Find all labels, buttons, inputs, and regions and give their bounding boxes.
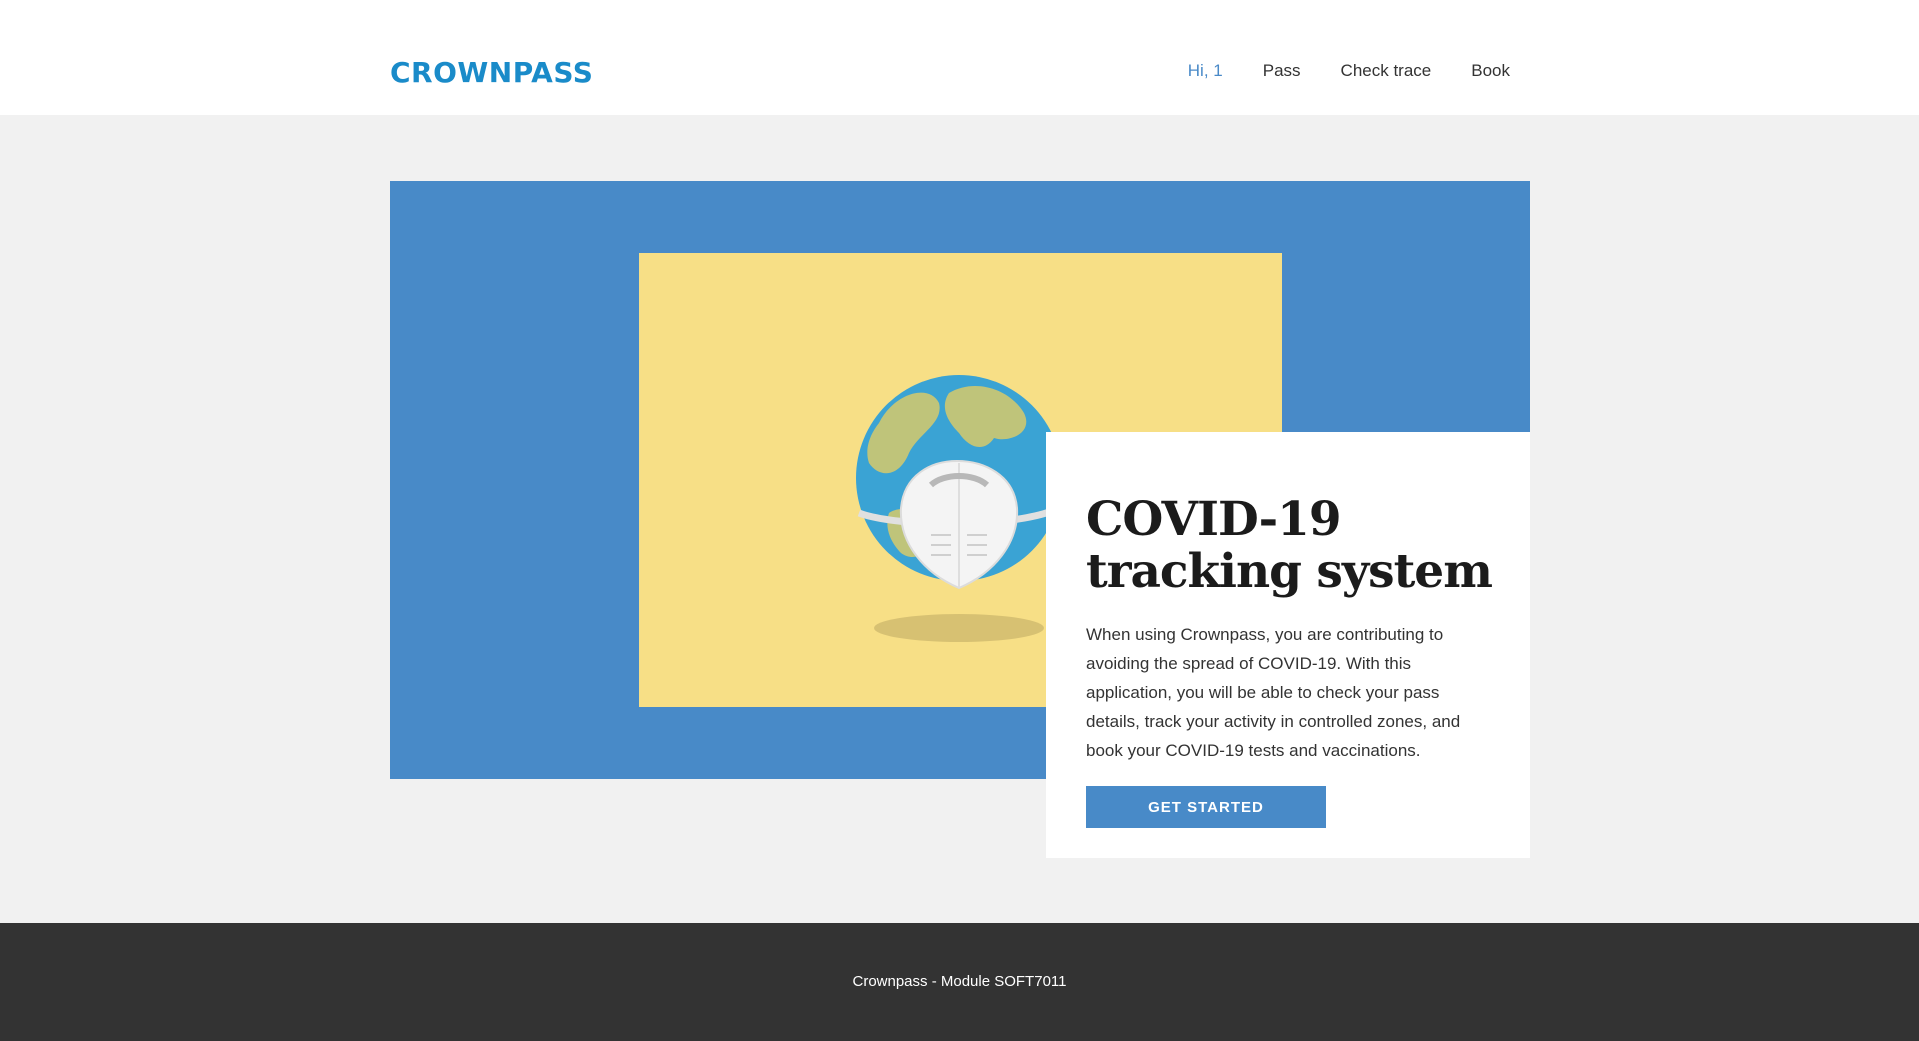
intro-card: COVID-19 tracking system When using Crow… [1046, 432, 1530, 858]
site-header: CROWNPASS Hi, 1 Pass Check trace Book [0, 0, 1919, 115]
nav-check-trace[interactable]: Check trace [1341, 61, 1432, 81]
main-nav: Hi, 1 Pass Check trace Book [1188, 61, 1510, 81]
hero-description: When using Crownpass, you are contributi… [1086, 625, 1461, 760]
nav-book[interactable]: Book [1471, 61, 1510, 81]
nav-greeting[interactable]: Hi, 1 [1188, 61, 1223, 81]
get-started-button[interactable]: GET STARTED [1086, 786, 1326, 828]
crownpass-logo[interactable]: CROWNPASS [390, 56, 593, 90]
site-footer: Crownpass - Module SOFT7011 [0, 923, 1919, 1041]
footer-text: Crownpass - Module SOFT7011 [852, 973, 1067, 990]
nav-pass[interactable]: Pass [1263, 61, 1301, 81]
hero-title: COVID-19 tracking system [1086, 492, 1493, 599]
